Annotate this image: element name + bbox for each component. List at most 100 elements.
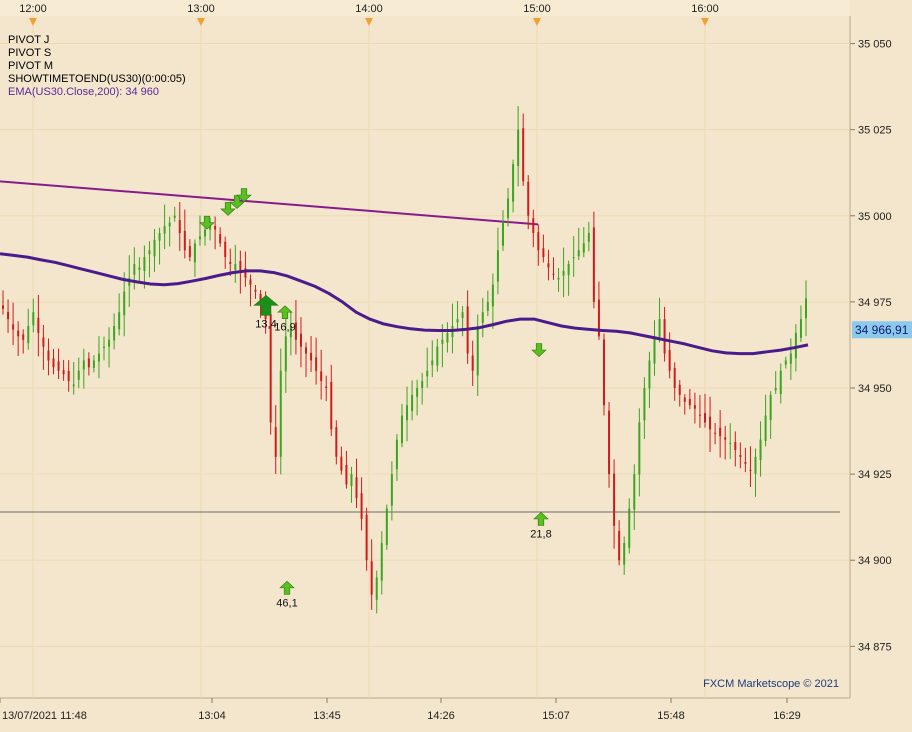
candle-body: [87, 358, 90, 368]
bottom-time-label: 13/07/2021 11:48: [2, 710, 87, 722]
bottom-time-label: 13:04: [198, 710, 226, 722]
candle-body: [143, 257, 146, 271]
signal-label: 16,9: [274, 322, 295, 334]
candle-body: [224, 241, 227, 258]
candle-body: [441, 339, 444, 344]
candle-body: [416, 388, 419, 397]
candle-body: [683, 397, 686, 402]
candle-body: [375, 577, 378, 600]
candle-body: [688, 398, 691, 406]
candle-body: [183, 231, 186, 251]
candle-body: [709, 416, 712, 430]
bottom-time-label: 15:07: [542, 710, 570, 722]
candle-body: [678, 384, 681, 395]
candle-body: [789, 353, 792, 364]
candle-body: [426, 370, 429, 377]
candle-body: [355, 477, 358, 499]
candle-body: [52, 358, 55, 368]
candle-body: [608, 410, 611, 475]
legend-pivot-m: PIVOT M: [8, 60, 53, 72]
candle-body: [42, 337, 45, 347]
candle-body: [360, 493, 363, 519]
candle-body: [542, 248, 545, 258]
candle-body: [592, 227, 595, 302]
candle-body: [32, 312, 35, 326]
candle-body: [562, 270, 565, 276]
candle-body: [77, 370, 80, 380]
candle-body: [173, 215, 176, 218]
candle-body: [47, 350, 50, 361]
candle-body: [421, 381, 424, 389]
candle-body: [572, 257, 575, 259]
candle-body: [299, 333, 302, 347]
price-chart[interactable]: 12:00 13:00 14:00 15:00 16:00 35 050 35 025 35…: [0, 0, 912, 727]
candle-body: [739, 455, 742, 457]
candle-body: [92, 360, 95, 368]
candle-body: [385, 508, 388, 546]
candle-body: [653, 336, 656, 364]
candle-body: [390, 474, 393, 506]
candle-body: [668, 350, 671, 371]
candle-body: [72, 384, 75, 387]
legend-ema: EMA(US30.Close,200): 34 960: [8, 86, 159, 98]
candle-body: [239, 261, 242, 271]
candle-body: [587, 233, 590, 242]
candle-body: [799, 319, 802, 338]
candle-body: [198, 236, 201, 240]
candle-body: [552, 273, 555, 275]
candle-body: [643, 388, 646, 421]
candle-body: [320, 371, 323, 382]
candle-body: [759, 439, 762, 461]
top-time-label: 12:00: [19, 3, 47, 15]
candle-body: [148, 250, 151, 255]
candle-body: [491, 284, 494, 307]
watermark: FXCM Marketscope © 2021: [703, 678, 839, 690]
top-time-label: 13:00: [187, 3, 215, 15]
candle-body: [138, 267, 141, 270]
candle-body: [118, 312, 121, 330]
candle-body: [310, 352, 313, 361]
bottom-time-label: 15:48: [657, 710, 685, 722]
current-price-label: 34 966,91: [855, 323, 909, 337]
candle-body: [623, 543, 626, 565]
candle-body: [517, 129, 520, 167]
candle-body: [582, 243, 585, 253]
candle-body: [325, 386, 328, 388]
candle-body: [714, 432, 717, 434]
candle-body: [17, 330, 20, 337]
candle-body: [123, 291, 126, 316]
candle-body: [547, 263, 550, 268]
bottom-time-label: 16:29: [773, 710, 801, 722]
candle-body: [133, 264, 136, 275]
top-time-label: 15:00: [523, 3, 551, 15]
candle-body: [315, 357, 318, 371]
candle-body: [330, 381, 333, 430]
candle-body: [663, 319, 666, 354]
candle-body: [693, 405, 696, 409]
candle-body: [658, 319, 661, 337]
candle-body: [37, 317, 40, 333]
candle-body: [82, 360, 85, 370]
candle-body: [734, 441, 737, 450]
candle-body: [158, 233, 161, 241]
candle-body: [193, 243, 196, 263]
candle-body: [103, 346, 106, 348]
candle-body: [501, 222, 504, 246]
candle-body: [27, 326, 30, 344]
candle-body: [456, 319, 459, 323]
candle-body: [395, 439, 398, 470]
candle-body: [204, 229, 207, 237]
candle-body: [527, 181, 530, 216]
candle-body: [113, 326, 116, 341]
candle-body: [774, 388, 777, 391]
candle-body: [628, 508, 631, 548]
candle-body: [168, 222, 171, 227]
candle-body: [481, 312, 484, 323]
candle-body: [769, 394, 772, 421]
candle-body: [214, 226, 217, 230]
y-tick-label: 34 975: [858, 297, 892, 309]
y-tick-label: 34 875: [858, 641, 892, 653]
candle-body: [698, 414, 701, 416]
candle-body: [486, 301, 489, 311]
y-tick-label: 35 050: [858, 39, 892, 51]
